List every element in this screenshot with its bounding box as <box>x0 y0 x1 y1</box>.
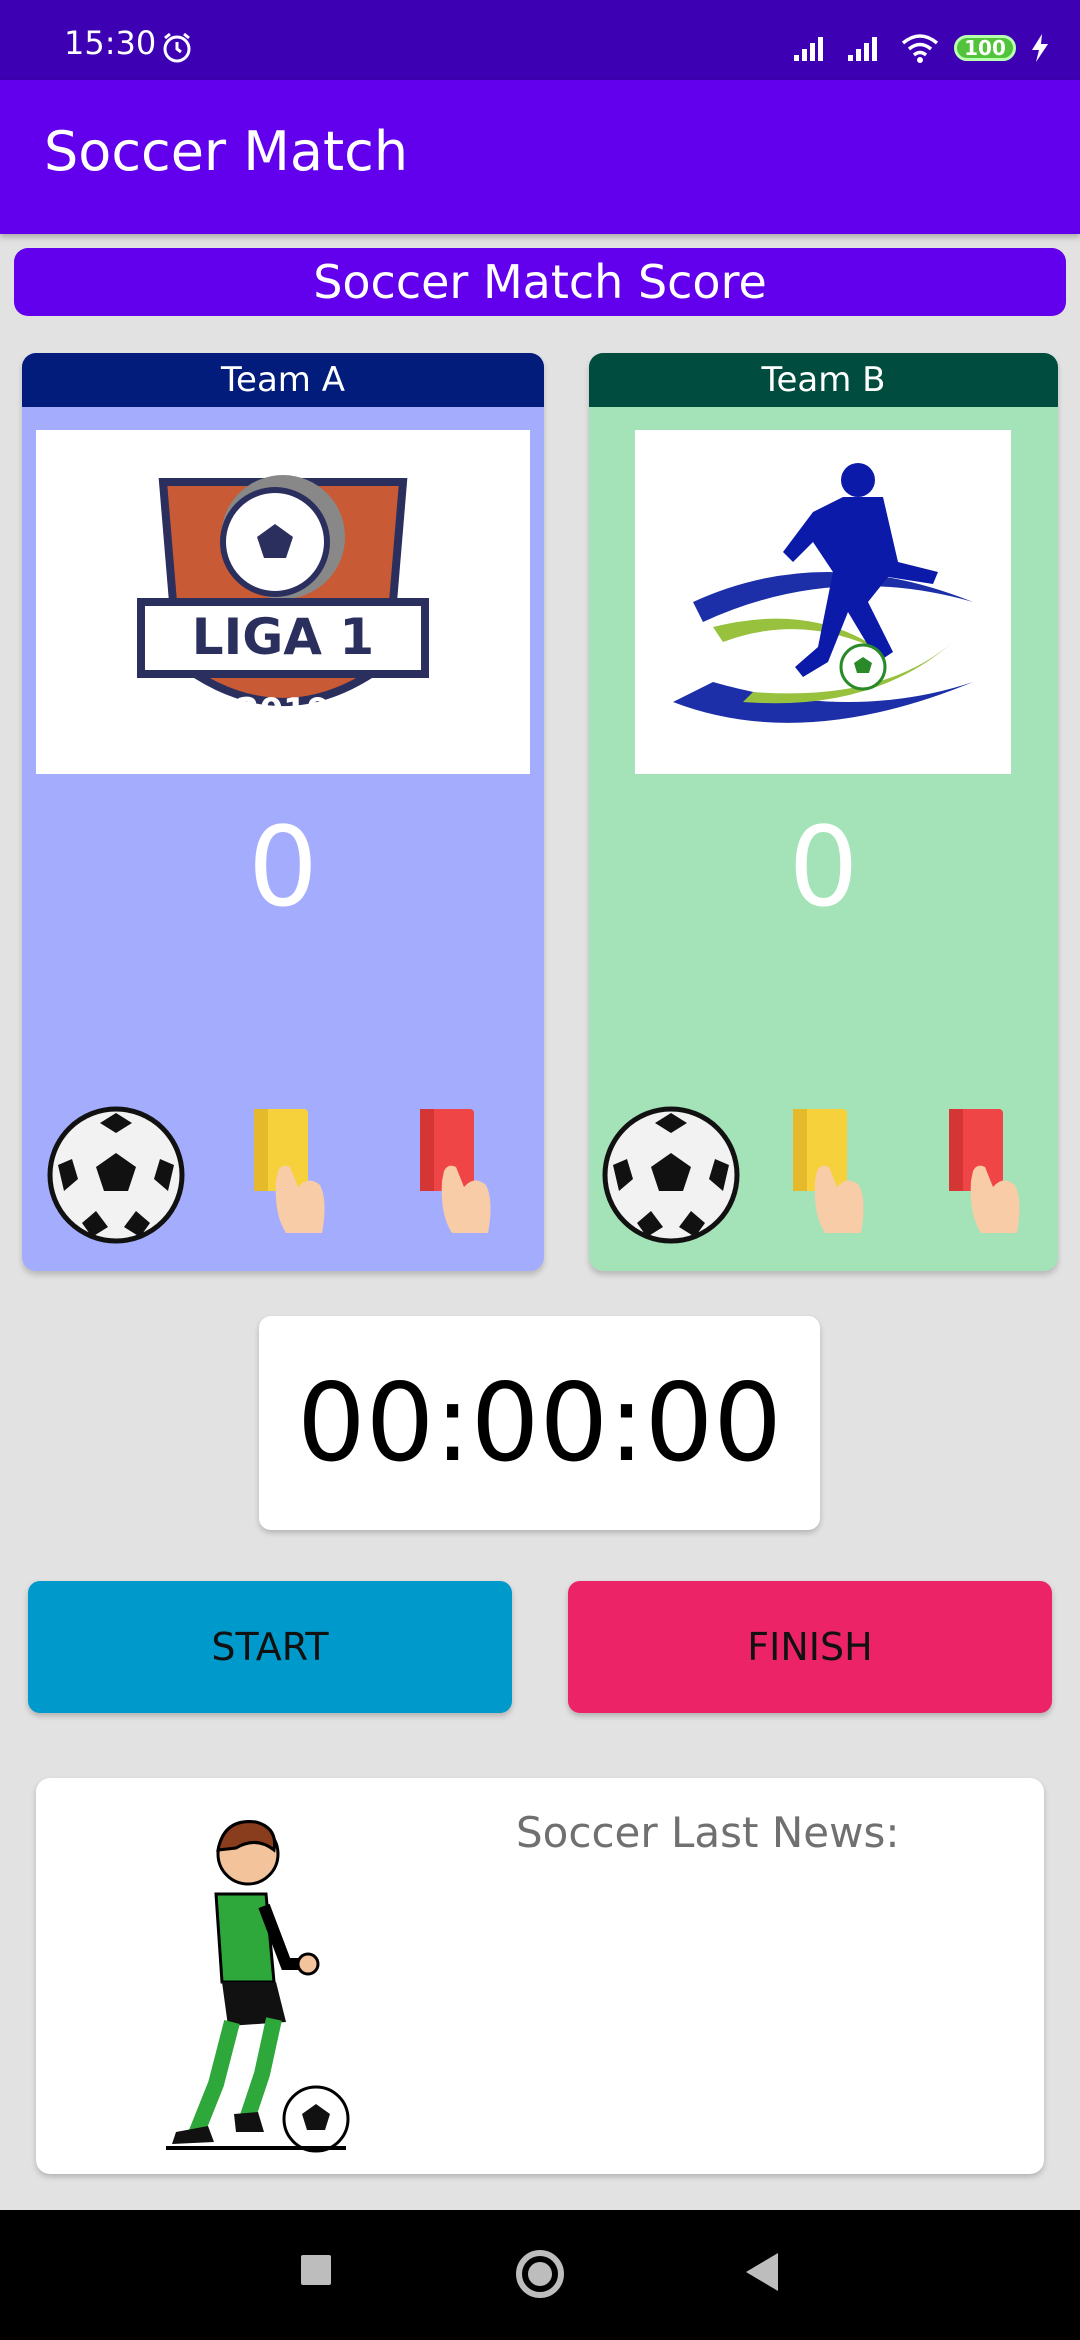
yellow-card-icon[interactable] <box>785 1105 875 1235</box>
svg-text:2019: 2019 <box>236 691 331 731</box>
match-timer: 00:00:00 <box>259 1316 820 1530</box>
liga1-logo-icon: LIGA 1 2019 <box>137 475 429 731</box>
svg-text:LIGA 1: LIGA 1 <box>192 608 374 666</box>
navigation-bar <box>0 2210 1080 2340</box>
cell-signal-icon <box>848 37 877 61</box>
app-title: Soccer Match <box>44 120 409 183</box>
team-a-name: Team A <box>22 353 544 407</box>
team-a-card: Team A LIGA 1 2019 0 <box>22 353 544 1271</box>
news-card: Soccer Last News: <box>36 1778 1044 2174</box>
team-b-logo <box>635 430 1011 774</box>
start-button[interactable]: START <box>28 1581 512 1713</box>
soccer-player-illustration <box>166 1820 350 2153</box>
status-bar: 15:30 100 <box>0 0 1080 80</box>
team-b-score: 0 <box>788 803 859 931</box>
home-icon[interactable] <box>514 2248 566 2300</box>
team-a-score: 0 <box>248 803 318 931</box>
recents-icon[interactable] <box>298 2252 334 2288</box>
team-a-actions <box>22 1105 544 1245</box>
team-b-actions <box>589 1105 1058 1245</box>
app-bar: Soccer Match <box>0 80 1080 234</box>
charging-icon <box>1032 34 1048 62</box>
finish-button[interactable]: FINISH <box>568 1581 1052 1713</box>
news-title: Soccer Last News: <box>516 1808 900 1857</box>
alarm-icon <box>163 32 191 63</box>
wifi-icon <box>901 34 939 63</box>
red-card-icon[interactable] <box>412 1105 502 1235</box>
back-icon[interactable] <box>742 2250 782 2294</box>
team-a-logo: LIGA 1 2019 <box>36 430 530 774</box>
red-card-icon[interactable] <box>941 1105 1031 1235</box>
soccer-player-logo-icon <box>673 463 973 723</box>
status-time: 15:30 <box>64 24 157 62</box>
cell-signal-icon <box>794 37 823 61</box>
score-banner: Soccer Match Score <box>14 248 1066 316</box>
team-b-name: Team B <box>589 353 1058 407</box>
team-b-card: Team B 0 <box>589 353 1058 1271</box>
yellow-card-icon[interactable] <box>246 1105 336 1235</box>
goal-ball-icon[interactable] <box>46 1105 186 1245</box>
goal-ball-icon[interactable] <box>601 1105 741 1245</box>
battery-indicator: 100 <box>954 35 1016 61</box>
